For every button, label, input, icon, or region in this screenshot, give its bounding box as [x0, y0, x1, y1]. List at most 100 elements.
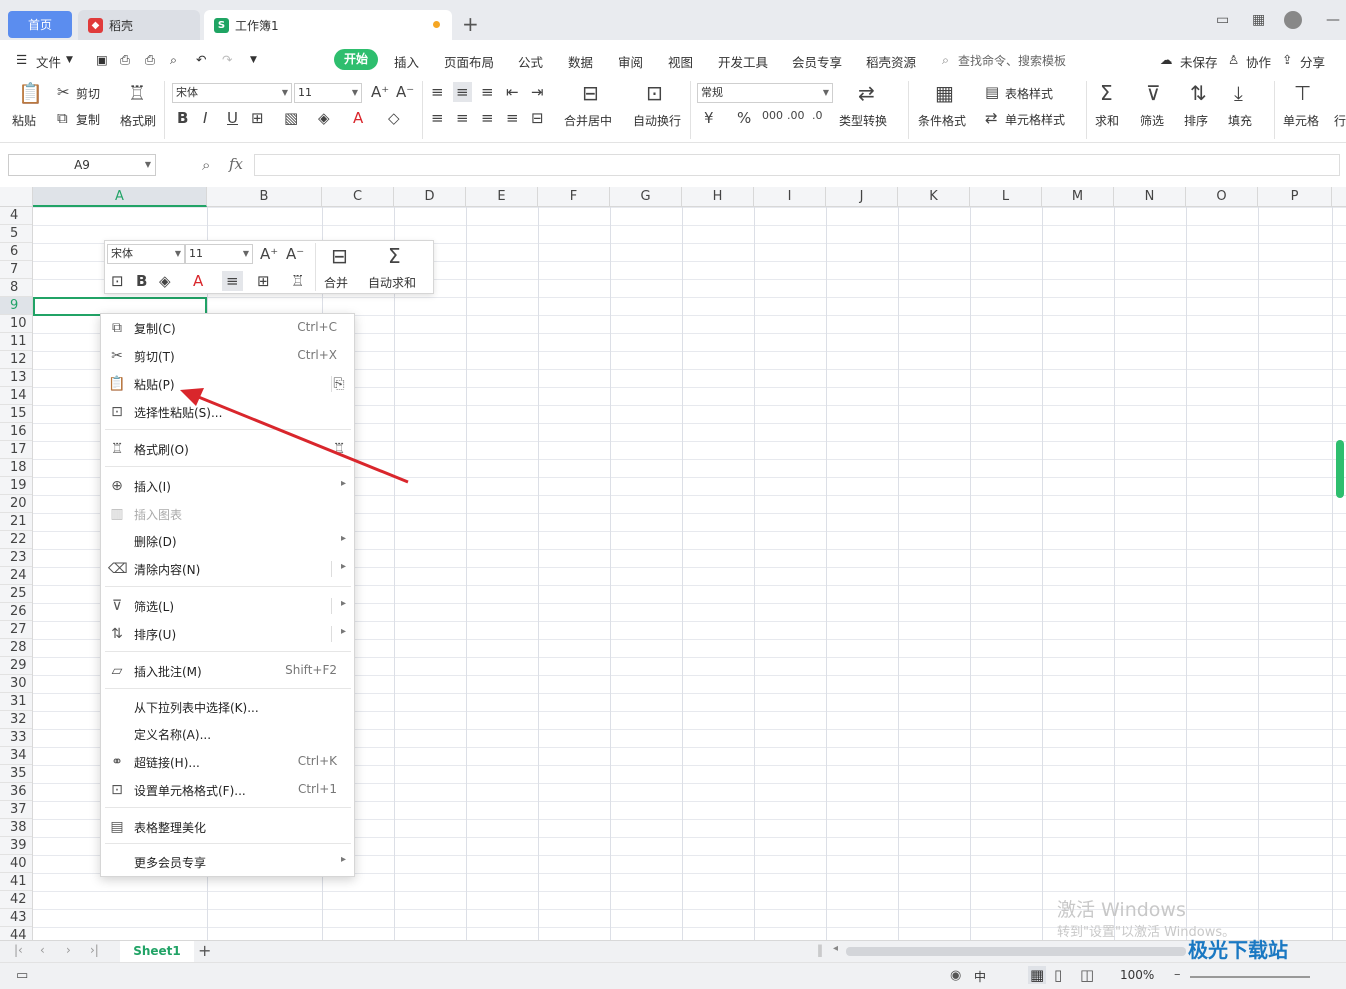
menu-item-delete[interactable]: 删除(D) ▸: [101, 528, 354, 554]
row-header[interactable]: 44: [0, 927, 32, 940]
sum-button[interactable]: 求和: [1095, 112, 1119, 129]
menu-file[interactable]: 文件: [36, 52, 61, 71]
row-header[interactable]: 20: [0, 495, 32, 513]
mini-autosum-button[interactable]: 自动求和: [368, 274, 416, 291]
row-header[interactable]: 4: [0, 207, 32, 225]
row-header[interactable]: 34: [0, 747, 32, 765]
command-search[interactable]: 查找命令、搜索模板: [958, 52, 1066, 69]
zoom-level[interactable]: 100%: [1120, 968, 1154, 982]
row-header[interactable]: 14: [0, 387, 32, 405]
cut-button[interactable]: 剪切: [76, 85, 100, 102]
menu-item-define-name[interactable]: 定义名称(A)...: [101, 721, 354, 747]
new-tab-button[interactable]: +: [462, 12, 479, 36]
row-header[interactable]: 17: [0, 441, 32, 459]
tab-insert[interactable]: 插入: [394, 52, 419, 71]
row-header[interactable]: 10: [0, 315, 32, 333]
row-header[interactable]: 26: [0, 603, 32, 621]
row-header[interactable]: 9: [0, 297, 32, 315]
tab-developer[interactable]: 开发工具: [718, 52, 768, 71]
sort-button[interactable]: 排序: [1184, 112, 1208, 129]
prev-sheet-icon[interactable]: ‹: [40, 943, 45, 957]
row-header[interactable]: 38: [0, 819, 32, 837]
menu-item-hyperlink[interactable]: ⚭ 超链接(H)... Ctrl+K: [101, 749, 354, 775]
column-header[interactable]: E: [466, 187, 538, 207]
copy-button[interactable]: 复制: [76, 111, 100, 128]
row-header[interactable]: 33: [0, 729, 32, 747]
column-header[interactable]: A: [33, 187, 207, 207]
column-header[interactable]: J: [826, 187, 898, 207]
bold-icon[interactable]: B: [136, 273, 147, 289]
underline-icon[interactable]: U: [227, 110, 238, 126]
menu-item-insert-comment[interactable]: ▱ 插入批注(M) Shift+F2: [101, 658, 354, 684]
brush-icon[interactable]: ♖: [291, 273, 304, 289]
tab-start[interactable]: 开始: [334, 49, 378, 70]
column-header[interactable]: C: [322, 187, 394, 207]
align-right-icon[interactable]: ≡: [481, 110, 494, 126]
export-pdf-icon[interactable]: ⎙: [120, 52, 130, 68]
font-shrink-icon[interactable]: A⁻: [396, 84, 414, 100]
align-left-icon[interactable]: ≡: [431, 110, 444, 126]
row-header[interactable]: 43: [0, 909, 32, 927]
align-bottom-icon[interactable]: ≡: [481, 84, 494, 100]
cell-style-button[interactable]: 单元格样式: [1005, 111, 1065, 128]
increase-decimal-icon[interactable]: .00: [787, 108, 805, 124]
row-header[interactable]: 8: [0, 279, 32, 297]
mini-font-select[interactable]: 宋体 ▼: [107, 244, 185, 264]
format-painter-lock-icon[interactable]: ♖: [330, 440, 348, 458]
row-header[interactable]: 25: [0, 585, 32, 603]
column-header[interactable]: M: [1042, 187, 1114, 207]
italic-icon[interactable]: I: [203, 110, 207, 126]
menu-item-paste-special[interactable]: ⊡ 选择性粘贴(S)...: [101, 399, 354, 425]
menu-item-clear[interactable]: ⌫ 清除内容(N) ▸: [101, 556, 354, 582]
row-header[interactable]: 6: [0, 243, 32, 261]
zoom-out-icon[interactable]: –: [1174, 967, 1181, 982]
clear-format-icon[interactable]: ◇: [388, 110, 400, 126]
menu-item-paste[interactable]: 📋 粘贴(P) ⎘: [101, 371, 354, 397]
select-all-corner[interactable]: [0, 187, 33, 207]
font-grow-icon[interactable]: A⁺: [260, 246, 278, 262]
row-header[interactable]: 21: [0, 513, 32, 531]
fill-color-icon[interactable]: ◈: [318, 110, 330, 126]
justify-icon[interactable]: ≡: [506, 110, 519, 126]
unsaved-status[interactable]: 未保存: [1180, 52, 1218, 71]
share-button[interactable]: 分享: [1300, 52, 1325, 71]
font-color-icon[interactable]: A: [353, 110, 363, 126]
scroll-left-icon[interactable]: ◂: [833, 943, 838, 954]
grid-apps-icon[interactable]: ▦: [1252, 12, 1265, 28]
format-brush-icon[interactable]: ⊡: [111, 273, 124, 289]
filter-button[interactable]: 筛选: [1140, 112, 1164, 129]
column-header[interactable]: O: [1186, 187, 1258, 207]
tab-page-layout[interactable]: 页面布局: [444, 52, 494, 71]
tab-daoke-resources[interactable]: 稻壳资源: [866, 52, 916, 71]
menu-item-sort[interactable]: ⇅ 排序(U) ▸: [101, 621, 354, 647]
row-header[interactable]: 18: [0, 459, 32, 477]
zoom-formula-icon[interactable]: ⌕: [202, 156, 210, 174]
redo-icon[interactable]: ↷: [222, 52, 232, 67]
chevron-down-icon[interactable]: ▼: [66, 55, 73, 65]
mini-size-select[interactable]: 11 ▼: [185, 244, 253, 264]
column-header[interactable]: F: [538, 187, 610, 207]
print-preview-icon[interactable]: ⌕: [170, 52, 177, 68]
row-header[interactable]: 35: [0, 765, 32, 783]
row-header[interactable]: 7: [0, 261, 32, 279]
row-header[interactable]: 11: [0, 333, 32, 351]
menu-item-format-painter[interactable]: ♖ 格式刷(O) ♖: [101, 436, 354, 462]
name-box[interactable]: A9 ▼: [8, 154, 156, 176]
font-size-select[interactable]: 11 ▼: [294, 83, 362, 103]
sum-icon[interactable]: Σ: [1100, 83, 1113, 103]
last-sheet-icon[interactable]: ›|: [90, 943, 99, 957]
undo-icon[interactable]: ↶: [196, 52, 206, 67]
distribute-icon[interactable]: ⊟: [531, 110, 544, 126]
percent-icon[interactable]: %: [737, 110, 751, 126]
input-language[interactable]: 中: [974, 968, 986, 985]
mini-merge-button[interactable]: 合并: [324, 274, 348, 291]
column-header[interactable]: P: [1258, 187, 1332, 207]
minimize-icon[interactable]: —: [1326, 12, 1340, 28]
fill-color-icon[interactable]: ◈: [159, 273, 171, 289]
row-header[interactable]: 29: [0, 657, 32, 675]
eye-protect-icon[interactable]: ◉: [950, 968, 961, 983]
font-grow-icon[interactable]: A⁺: [371, 84, 389, 100]
cell-icon[interactable]: ⊤: [1294, 83, 1311, 103]
next-sheet-icon[interactable]: ›: [66, 943, 71, 957]
tab-daoke[interactable]: ◆ 稻壳: [78, 10, 200, 40]
